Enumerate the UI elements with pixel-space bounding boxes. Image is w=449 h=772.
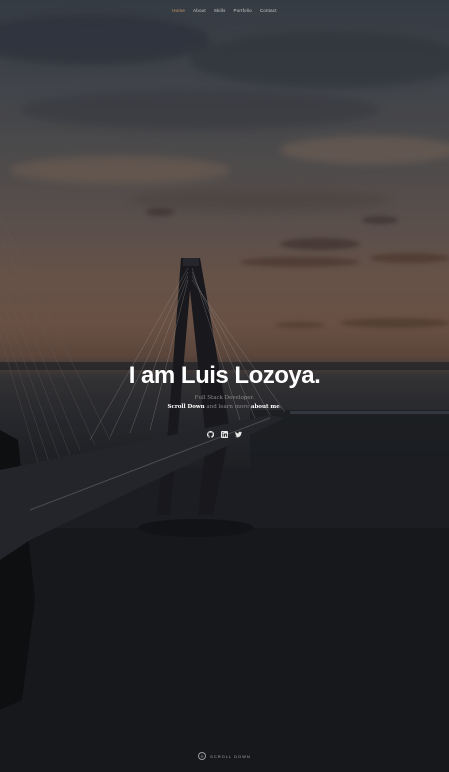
tagline-period: . xyxy=(279,404,282,410)
twitter-icon[interactable] xyxy=(235,431,242,438)
nav-contact[interactable]: Contact xyxy=(260,8,277,13)
subtitle: Full Stack Developer. xyxy=(194,395,255,401)
github-icon[interactable] xyxy=(207,431,214,438)
intro-block: I am Luis Lozoya. Full Stack Developer. … xyxy=(0,360,449,410)
linkedin-icon[interactable] xyxy=(221,431,228,438)
scroll-down-link[interactable]: Scroll Down xyxy=(168,404,205,410)
social-links xyxy=(0,431,449,438)
nav-portfolio[interactable]: Portfolio xyxy=(234,8,252,13)
tagline: Scroll Down and learn more about me. xyxy=(0,404,449,410)
nav-skills[interactable]: Skills xyxy=(214,8,226,13)
tagline-text: and learn more xyxy=(204,404,251,410)
scroll-down-button[interactable]: SCROLL DOWN xyxy=(0,752,449,760)
scroll-down-label: SCROLL DOWN xyxy=(210,753,251,759)
main-nav: Home About Skills Portfolio Contact xyxy=(0,8,449,13)
about-me-link[interactable]: about me xyxy=(251,404,280,410)
page-title: I am Luis Lozoya. xyxy=(128,362,321,389)
arrow-down-icon xyxy=(198,752,207,760)
nav-about[interactable]: About xyxy=(193,8,206,13)
nav-home[interactable]: Home xyxy=(172,8,185,13)
